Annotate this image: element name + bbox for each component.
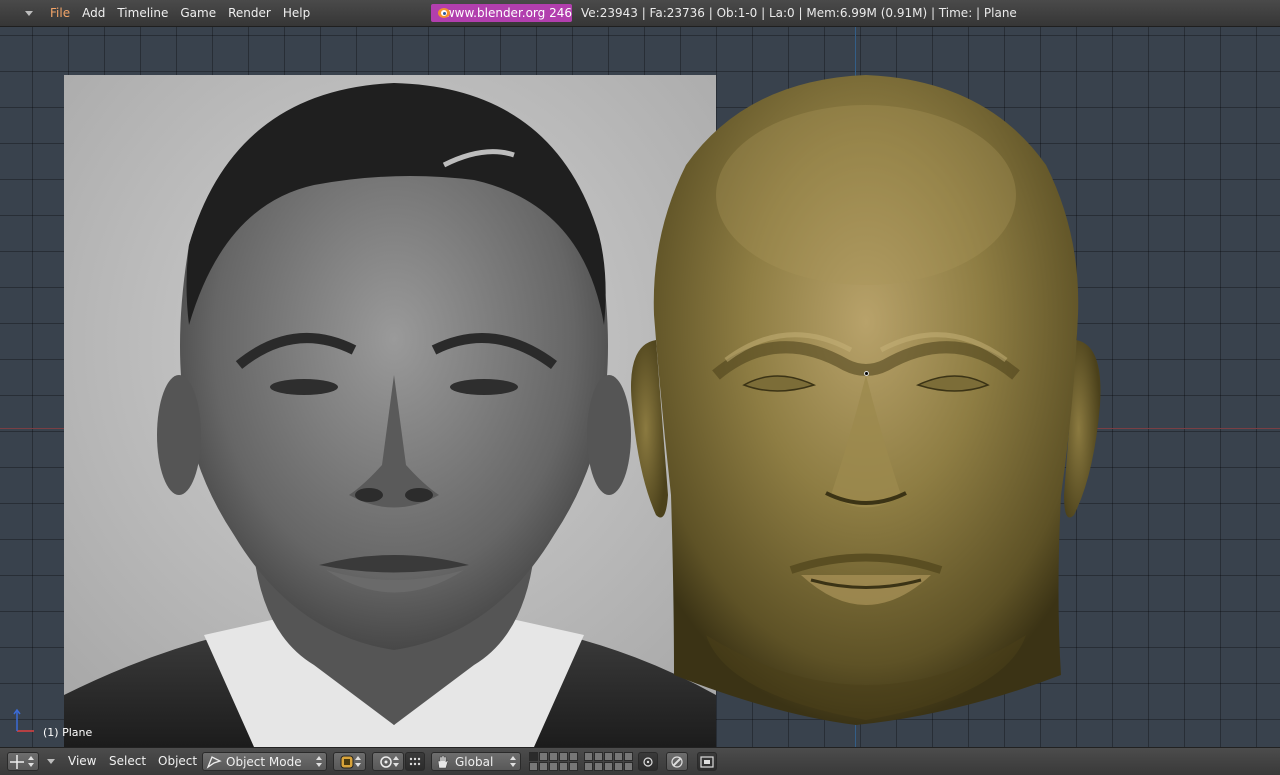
active-object-label: (1) Plane bbox=[43, 726, 93, 739]
menu-game[interactable]: Game bbox=[174, 0, 222, 26]
collapse-menu-icon[interactable] bbox=[47, 759, 55, 764]
website-button[interactable]: www.blender.org 246 bbox=[431, 4, 572, 22]
layer-button[interactable] bbox=[559, 762, 568, 771]
pivot-selector[interactable] bbox=[372, 752, 404, 771]
blender-logo-icon bbox=[437, 6, 450, 20]
website-button-label: www.blender.org 246 bbox=[444, 6, 572, 20]
layer-buttons-group-1[interactable] bbox=[529, 752, 578, 771]
head-mesh-model[interactable] bbox=[626, 75, 1106, 747]
render-preview-button[interactable] bbox=[697, 752, 717, 771]
updown-arrows-icon bbox=[510, 756, 516, 767]
layer-button[interactable] bbox=[594, 762, 603, 771]
render-icon bbox=[700, 755, 714, 768]
align-toggle[interactable] bbox=[405, 752, 425, 771]
layer-button[interactable] bbox=[614, 752, 623, 761]
info-header: File Add Timeline Game Render Help www.b… bbox=[0, 0, 1280, 27]
layer-button[interactable] bbox=[604, 752, 613, 761]
local-view-toggle[interactable] bbox=[638, 752, 658, 771]
3d-viewport[interactable]: (1) Plane bbox=[0, 27, 1280, 747]
layer-button[interactable] bbox=[604, 762, 613, 771]
layer-button[interactable] bbox=[624, 752, 633, 761]
updown-arrows-icon bbox=[355, 756, 361, 767]
mode-selector[interactable]: Object Mode bbox=[202, 752, 327, 771]
layer-button[interactable] bbox=[569, 752, 578, 761]
layer-button[interactable] bbox=[529, 762, 538, 771]
layer-button[interactable] bbox=[539, 752, 548, 761]
scene-stats: Ve:23943 | Fa:23736 | Ob:1-0 | La:0 | Me… bbox=[581, 6, 1017, 20]
chevron-down-icon bbox=[25, 10, 33, 16]
draw-type-icon bbox=[340, 755, 354, 768]
menu-view[interactable]: View bbox=[68, 748, 96, 775]
target-icon bbox=[643, 756, 653, 767]
layer-button[interactable] bbox=[549, 752, 558, 761]
menu-render[interactable]: Render bbox=[222, 0, 277, 26]
manipulator-hand-icon bbox=[437, 755, 449, 768]
lock-icon bbox=[671, 755, 683, 768]
updown-arrows-icon bbox=[393, 756, 399, 767]
layer-button[interactable] bbox=[539, 762, 548, 771]
layer-button[interactable] bbox=[529, 752, 538, 761]
3d-view-header: View Select Object Object Mode Global bbox=[0, 747, 1280, 775]
menu-help[interactable]: Help bbox=[277, 0, 316, 26]
reference-photo-plane[interactable] bbox=[64, 75, 716, 747]
orientation-selector[interactable]: Global bbox=[431, 752, 521, 771]
orientation-label: Global bbox=[455, 754, 494, 769]
menu-select[interactable]: Select bbox=[109, 748, 146, 775]
draw-type-selector[interactable] bbox=[333, 752, 366, 771]
dots-grid-icon bbox=[409, 757, 421, 765]
updown-arrows-icon bbox=[316, 756, 322, 767]
lock-button[interactable] bbox=[666, 752, 688, 771]
layer-button[interactable] bbox=[614, 762, 623, 771]
layer-button[interactable] bbox=[624, 762, 633, 771]
menu-file[interactable]: File bbox=[44, 0, 76, 26]
reference-photo-image bbox=[64, 75, 716, 747]
mode-label: Object Mode bbox=[226, 754, 302, 769]
menu-timeline[interactable]: Timeline bbox=[111, 0, 174, 26]
pivot-icon bbox=[380, 755, 392, 768]
layer-button[interactable] bbox=[569, 762, 578, 771]
object-mode-icon bbox=[206, 755, 222, 769]
layer-button[interactable] bbox=[559, 752, 568, 761]
object-origin-dot bbox=[864, 371, 869, 376]
layer-button[interactable] bbox=[584, 752, 593, 761]
layer-button[interactable] bbox=[549, 762, 558, 771]
editor-type-selector[interactable] bbox=[14, 0, 44, 26]
layer-button[interactable] bbox=[594, 752, 603, 761]
menu-object[interactable]: Object bbox=[158, 748, 197, 775]
menu-add[interactable]: Add bbox=[76, 0, 111, 26]
layer-button[interactable] bbox=[584, 762, 593, 771]
viewport-editor-icon bbox=[10, 754, 24, 769]
updown-arrows-icon bbox=[28, 756, 34, 767]
layer-buttons-group-2[interactable] bbox=[584, 752, 633, 771]
editor-type-button[interactable] bbox=[7, 752, 39, 771]
view-axes-icon bbox=[13, 708, 34, 732]
